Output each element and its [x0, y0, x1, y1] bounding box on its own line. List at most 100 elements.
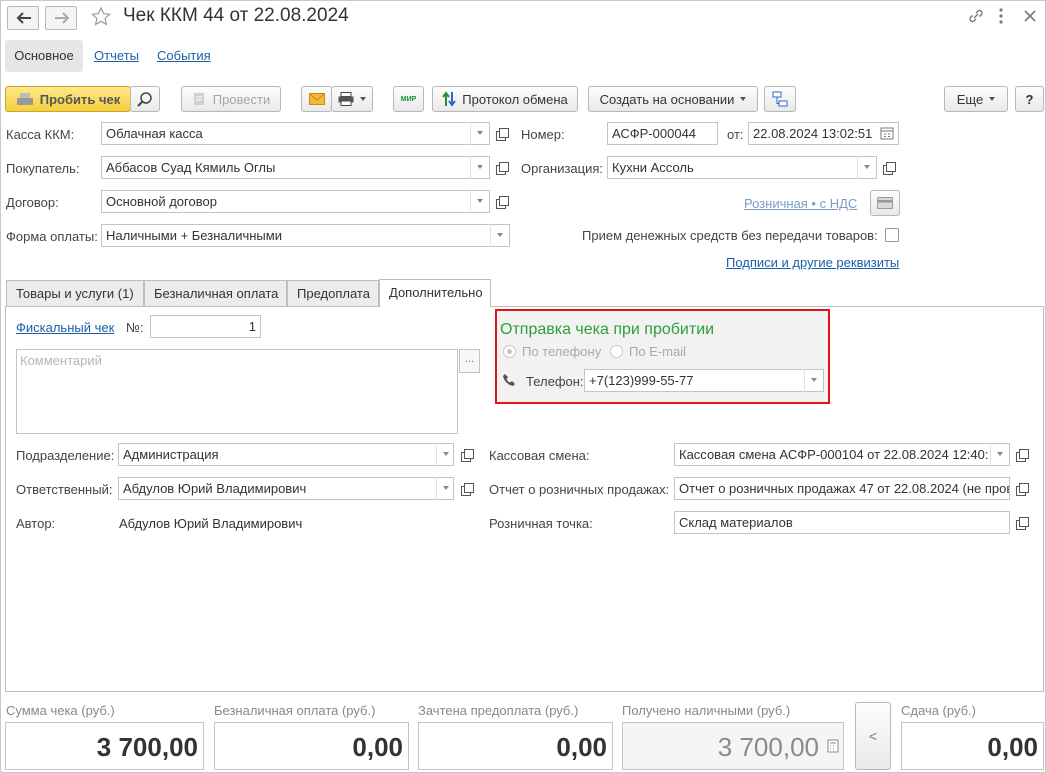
envelope-icon	[308, 93, 325, 105]
price-type-link[interactable]: Розничная • с НДС	[744, 196, 857, 211]
price-type-button[interactable]	[870, 190, 900, 216]
punch-check-button[interactable]: Пробить чек	[5, 86, 131, 112]
arrow-right-icon	[55, 12, 70, 24]
comment-textarea[interactable]: Комментарий ...	[16, 349, 480, 434]
card-icon	[877, 197, 893, 209]
post-label: Провести	[212, 91, 271, 107]
structure-button[interactable]	[764, 86, 796, 112]
hierarchy-icon	[772, 91, 788, 107]
punch-check-label: Пробить чек	[39, 91, 121, 107]
back-arrow-button[interactable]: <	[855, 702, 891, 770]
forward-button[interactable]	[45, 6, 77, 30]
report-field[interactable]: Отчет о розничных продажах 47 от 22.08.2…	[674, 477, 1010, 500]
by-email-radio[interactable]	[610, 345, 623, 358]
retail-point-field[interactable]: Склад материалов	[674, 511, 1010, 534]
division-field[interactable]: Администрация	[118, 443, 454, 466]
phone-dropdown-icon[interactable]	[804, 369, 822, 392]
division-label: Подразделение:	[16, 448, 115, 463]
number-field[interactable]: АСФР-000044	[607, 122, 718, 145]
payment-form-field[interactable]: Наличными + Безналичными	[101, 224, 510, 247]
division-dropdown-icon[interactable]	[436, 443, 454, 466]
responsible-open-icon[interactable]	[459, 481, 475, 497]
buyer-open-icon[interactable]	[494, 160, 510, 176]
prepayment-label: Зачтена предоплата (руб.)	[418, 703, 579, 718]
contract-field[interactable]: Основной договор	[101, 190, 490, 213]
payment-form-label: Форма оплаты:	[6, 229, 98, 244]
print-button[interactable]	[331, 86, 373, 112]
prepayment-value: 0,00	[418, 722, 613, 770]
send-receipt-title: Отправка чека при пробитии	[500, 321, 715, 338]
calculator-icon[interactable]	[827, 739, 839, 753]
report-open-icon[interactable]	[1014, 481, 1030, 497]
tab-prepayment[interactable]: Предоплата	[287, 280, 379, 306]
change-label: Сдача (руб.)	[901, 703, 976, 718]
shift-open-icon[interactable]	[1014, 447, 1030, 463]
buyer-label: Покупатель:	[6, 161, 80, 176]
by-phone-radio[interactable]	[503, 345, 516, 358]
sum-label: Сумма чека (руб.)	[6, 703, 115, 718]
comment-placeholder: Комментарий	[20, 353, 102, 368]
kassa-dropdown-icon[interactable]	[470, 122, 488, 145]
exchange-arrows-icon	[442, 91, 457, 107]
fiscal-check-link[interactable]: Фискальный чек	[16, 320, 114, 335]
comment-ellipsis-button[interactable]: ...	[459, 349, 480, 373]
responsible-field[interactable]: Абдулов Юрий Владимирович	[118, 477, 454, 500]
fiscal-number-field[interactable]: 1	[150, 315, 261, 338]
send-email-button[interactable]	[301, 86, 332, 112]
contract-dropdown-icon[interactable]	[470, 190, 488, 213]
more-vertical-icon[interactable]	[996, 6, 1006, 26]
shift-field[interactable]: Кассовая смена АСФР-000104 от 22.08.2024…	[674, 443, 1010, 466]
cash-value[interactable]: 3 700,00	[622, 722, 844, 770]
more-button[interactable]: Еще	[944, 86, 1008, 112]
buyer-dropdown-icon[interactable]	[470, 156, 488, 179]
kassa-open-icon[interactable]	[494, 126, 510, 142]
calendar-icon[interactable]	[880, 126, 894, 140]
kassa-label: Касса ККМ:	[6, 127, 75, 142]
section-events[interactable]: События	[157, 40, 211, 72]
no-goods-checkbox[interactable]	[885, 228, 899, 242]
card-payment-value: 0,00	[214, 722, 409, 770]
organization-field[interactable]: Кухни Ассоль	[607, 156, 877, 179]
date-field[interactable]: 22.08.2024 13:02:51	[748, 122, 899, 145]
help-button[interactable]: ?	[1015, 86, 1044, 112]
organization-dropdown-icon[interactable]	[857, 156, 875, 179]
organization-label: Организация:	[521, 161, 604, 176]
star-icon[interactable]	[90, 6, 112, 28]
create-based-on-button[interactable]: Создать на основании	[588, 86, 758, 112]
tab-goods[interactable]: Товары и услуги (1)	[6, 280, 144, 306]
back-button[interactable]	[7, 6, 39, 30]
kassa-field[interactable]: Облачная касса	[101, 122, 490, 145]
document-post-icon	[193, 93, 204, 105]
mir-button[interactable]: МИР	[393, 86, 424, 112]
signatures-link[interactable]: Подписи и другие реквизиты	[726, 255, 899, 270]
printer-icon	[338, 92, 354, 106]
author-value: Абдулов Юрий Владимирович	[119, 516, 303, 531]
phone-label: Телефон:	[526, 374, 584, 389]
section-main[interactable]: Основное	[5, 40, 83, 72]
page-title: Чек ККМ 44 от 22.08.2024	[123, 5, 349, 26]
exchange-log-button[interactable]: Протокол обмена	[432, 86, 578, 112]
retail-point-open-icon[interactable]	[1014, 515, 1030, 531]
number-label: Номер:	[521, 127, 565, 142]
division-open-icon[interactable]	[459, 447, 475, 463]
buyer-field[interactable]: Аббасов Суад Кямиль Оглы	[101, 156, 490, 179]
card-payment-label: Безналичная оплата (руб.)	[214, 703, 376, 718]
contract-open-icon[interactable]	[494, 194, 510, 210]
tab-additional[interactable]: Дополнительно	[379, 279, 491, 307]
responsible-dropdown-icon[interactable]	[436, 477, 454, 500]
shift-dropdown-icon[interactable]	[990, 443, 1008, 466]
payment-form-dropdown-icon[interactable]	[490, 224, 508, 247]
close-icon[interactable]	[1021, 6, 1039, 26]
create-based-on-label: Создать на основании	[599, 91, 735, 107]
phone-field[interactable]: +7(123)999-55-77	[584, 369, 824, 392]
tab-card-payment[interactable]: Безналичная оплата	[144, 280, 287, 306]
preview-button[interactable]	[130, 86, 160, 112]
section-reports[interactable]: Отчеты	[94, 40, 139, 72]
organization-open-icon[interactable]	[881, 160, 897, 176]
link-icon[interactable]	[966, 6, 986, 26]
post-button[interactable]: Провести	[181, 86, 281, 112]
sum-value: 3 700,00	[5, 722, 204, 770]
arrow-left-icon	[16, 12, 31, 24]
by-phone-label: По телефону	[522, 344, 602, 359]
fiscal-number-label: №:	[126, 320, 144, 335]
